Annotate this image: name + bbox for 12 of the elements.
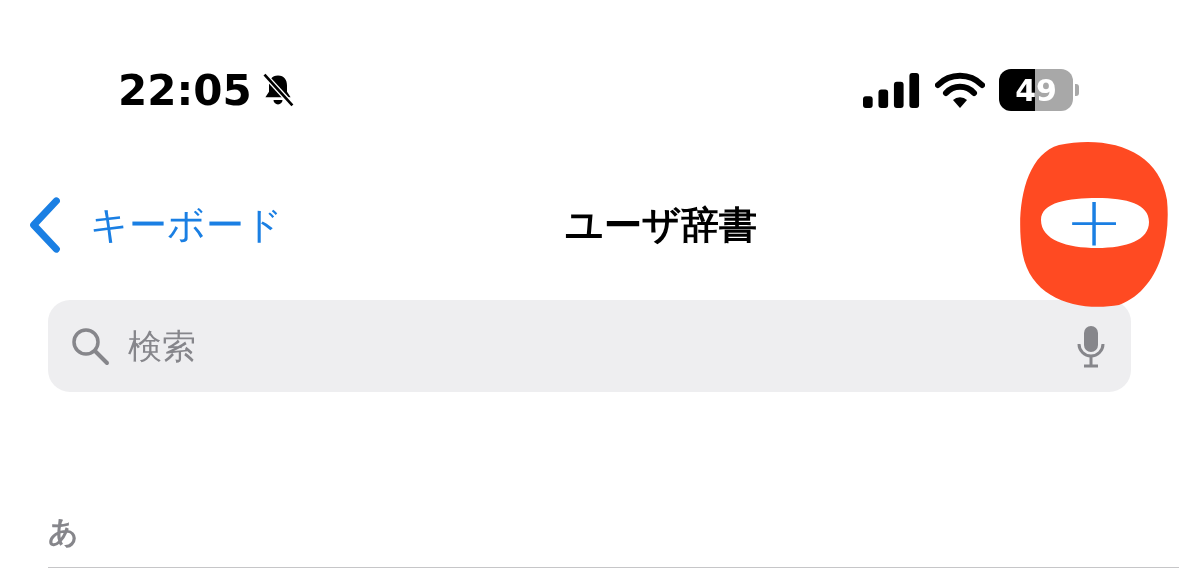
chevron-left-icon: [28, 196, 62, 254]
section-header: あ: [48, 513, 79, 551]
back-button[interactable]: キーボード: [28, 196, 283, 254]
page-title: ユーザ辞書: [565, 201, 757, 249]
wifi-icon: [935, 72, 985, 108]
status-time: 22:05: [118, 65, 252, 115]
microphone-icon[interactable]: [1077, 324, 1105, 368]
add-button[interactable]: +: [1064, 186, 1124, 256]
search-icon: [70, 326, 110, 366]
signal-icon: [863, 72, 921, 108]
search-input[interactable]: 検索: [126, 325, 1061, 367]
search-bar[interactable]: 検索: [48, 300, 1131, 392]
